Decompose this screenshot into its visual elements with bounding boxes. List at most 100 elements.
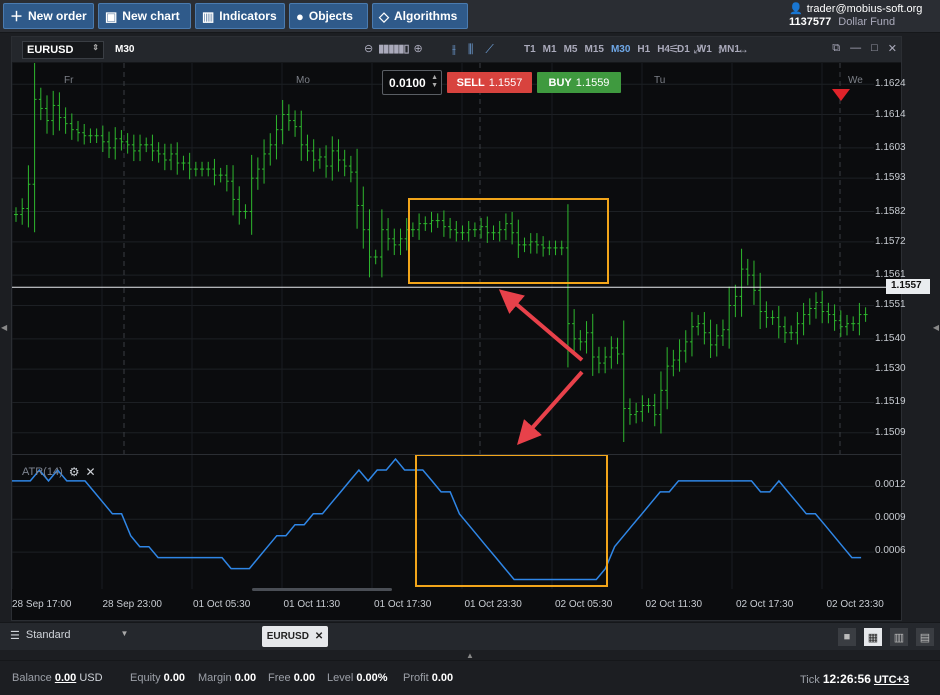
current-price-label: 1.1557 <box>886 279 930 294</box>
free-label: Free <box>268 672 291 684</box>
day-marker: Fr <box>64 75 74 86</box>
time-tick-label: 02 Oct 11:30 <box>645 599 703 610</box>
workspace-tabbar: ☰ Standard ▼ EURUSD ✕ ■ ▦ ▥ ▤ <box>0 622 940 650</box>
tick-label: Tick <box>800 674 820 686</box>
level-value: 0.00% <box>356 672 388 684</box>
price-tick-label: 1.1519 <box>875 396 906 408</box>
algorithms-button[interactable]: ◇ Algorithms <box>372 3 468 29</box>
buy-label: BUY <box>548 76 572 89</box>
new-chart-button[interactable]: ▣ New chart <box>98 3 191 29</box>
chart-tab-eurusd[interactable]: EURUSD ✕ <box>262 626 328 647</box>
profit-status: Profit 0.00 <box>403 672 453 684</box>
collapse-panel-icon[interactable]: ▲ <box>466 651 474 660</box>
timeframe-m5[interactable]: M5 <box>564 44 578 55</box>
timezone-select[interactable]: UTC+3 <box>874 674 909 686</box>
timeframe-m15[interactable]: M15 <box>584 44 603 55</box>
close-icon[interactable]: ✕ <box>888 42 897 55</box>
timeframe-m30[interactable]: M30 <box>611 44 630 55</box>
price-tick-label: 1.1509 <box>875 426 906 438</box>
atr-tick-label: 0.0009 <box>875 512 906 524</box>
zoom-level-bars[interactable]: ▮▮▮▮▮▯ <box>378 42 409 55</box>
time-tick-label: 01 Oct 11:30 <box>283 599 341 610</box>
timeframe-m1[interactable]: M1 <box>543 44 557 55</box>
atr-grid <box>11 455 874 589</box>
bar-chart-type-icon[interactable]: ⫲ <box>452 42 456 57</box>
lot-size-input[interactable]: 0.0100 ▲ ▼ <box>382 70 442 95</box>
equity-value: 0.00 <box>163 672 186 684</box>
buy-price: 1.1559 <box>575 76 610 89</box>
currency-label: USD <box>79 672 103 684</box>
candle-chart-type-icon[interactable]: ⫼ <box>468 42 474 57</box>
detach-icon[interactable]: ⧉ <box>832 42 840 55</box>
price-panel[interactable] <box>11 51 901 454</box>
chart-header: EURUSD ⇕ M30 ⊖ ▮▮▮▮▮▯ ⊕ ⫲ ⫼ ⟋ T1 M1 M5 M15 M… <box>12 37 901 63</box>
equity-label: Equity <box>130 672 161 684</box>
price-tick-label: 1.1614 <box>875 108 906 120</box>
gear-icon[interactable]: ⚙ <box>69 465 80 479</box>
workspace-select[interactable]: ☰ Standard ▼ <box>10 629 128 642</box>
time-tick-label: 28 Sep 17:00 <box>12 599 72 610</box>
scale-icon[interactable]: ⤢ <box>693 42 703 57</box>
indicator-settings-icon[interactable]: ⚟ <box>669 42 680 57</box>
symbol-select[interactable]: EURUSD ⇕ <box>22 41 104 59</box>
right-collapse-icon[interactable]: ◀ <box>933 323 939 332</box>
zoom-in-icon[interactable]: ⊕ <box>414 42 423 55</box>
algorithms-label: Algorithms <box>394 9 458 23</box>
zoom-out-icon[interactable]: ⊖ <box>364 42 373 55</box>
line-chart-type-icon[interactable]: ⟋ <box>485 42 493 57</box>
chevron-down-icon: ▼ <box>120 629 129 638</box>
sell-label: SELL <box>456 76 485 89</box>
indicators-button[interactable]: ▥ Indicators <box>195 3 285 29</box>
chart-type-tools: ⫲ ⫼ ⟋ <box>452 42 494 57</box>
balance-value: 0.00 <box>54 672 77 684</box>
time-tick-label: 28 Sep 23:00 <box>102 599 163 610</box>
layout-switcher: ■ ▦ ▥ ▤ <box>838 628 934 646</box>
layout-single-icon[interactable]: ■ <box>838 628 856 646</box>
spinner-icon[interactable]: ▲ ▼ <box>431 74 438 90</box>
price-tick-label: 1.1624 <box>875 78 906 90</box>
new-order-button[interactable]: ＋ New order <box>3 3 94 29</box>
time-tick-label: 01 Oct 05:30 <box>193 599 251 610</box>
atr-label: ATR(14) <box>22 466 63 478</box>
alert-marker-icon <box>832 89 850 101</box>
timeframe-t1[interactable]: T1 <box>524 44 536 55</box>
margin-value: 0.00 <box>234 672 257 684</box>
atr-panel[interactable] <box>11 454 901 589</box>
plus-icon: ＋ <box>10 8 24 24</box>
day-marker: We <box>848 75 863 86</box>
level-label: Level <box>327 672 354 684</box>
price-tick-label: 1.1551 <box>875 299 906 311</box>
maximize-icon[interactable]: □ <box>871 42 878 55</box>
close-icon[interactable]: ✕ <box>315 631 323 642</box>
free-status: Free 0.00 <box>268 672 315 684</box>
new-order-label: New order <box>28 9 87 23</box>
tick-status: Tick 12:26:56 UTC+3 <box>800 672 909 686</box>
time-tick-label: 02 Oct 05:30 <box>555 599 613 610</box>
ohlc-series <box>14 51 868 442</box>
atr-tick-label: 0.0006 <box>875 545 906 557</box>
timeframe-label: M30 <box>115 44 135 55</box>
layout-columns-icon[interactable]: ▥ <box>890 628 908 646</box>
bar-chart-icon: ▥ <box>202 8 215 24</box>
objects-icon: ● <box>296 8 304 24</box>
chart-window: EURUSD ⇕ M30 ⊖ ▮▮▮▮▮▯ ⊕ ⫲ ⫼ ⟋ T1 M1 M5 M15 M… <box>11 36 902 621</box>
vertical-scale-icon[interactable]: ↕ <box>717 42 723 57</box>
algorithm-diamond-icon: ◇ <box>379 8 389 24</box>
left-collapse-icon[interactable]: ◀ <box>1 323 7 332</box>
lot-size-value: 0.0100 <box>389 76 426 90</box>
timeframe-h1[interactable]: H1 <box>637 44 650 55</box>
layout-grid-icon[interactable]: ▦ <box>864 628 882 646</box>
buy-button[interactable]: BUY 1.1559 <box>537 72 621 93</box>
time-axis: 28 Sep 17:00 28 Sep 23:00 01 Oct 05:30 01 O… <box>12 588 901 620</box>
horizontal-scale-icon[interactable]: ↔ <box>737 42 749 57</box>
sell-button[interactable]: SELL 1.1557 <box>447 72 532 93</box>
minimize-icon[interactable]: — <box>850 42 861 55</box>
close-icon[interactable]: ✕ <box>86 465 96 479</box>
price-chart-svg <box>11 51 901 454</box>
profit-label: Profit <box>403 672 429 684</box>
scrollbar-thumb[interactable] <box>252 588 392 591</box>
layout-rows-icon[interactable]: ▤ <box>916 628 934 646</box>
objects-button[interactable]: ● Objects <box>289 3 368 29</box>
account-info[interactable]: 👤 trader@mobius-soft.org 1137577 Dollar … <box>789 1 934 31</box>
indicators-label: Indicators <box>219 9 277 23</box>
